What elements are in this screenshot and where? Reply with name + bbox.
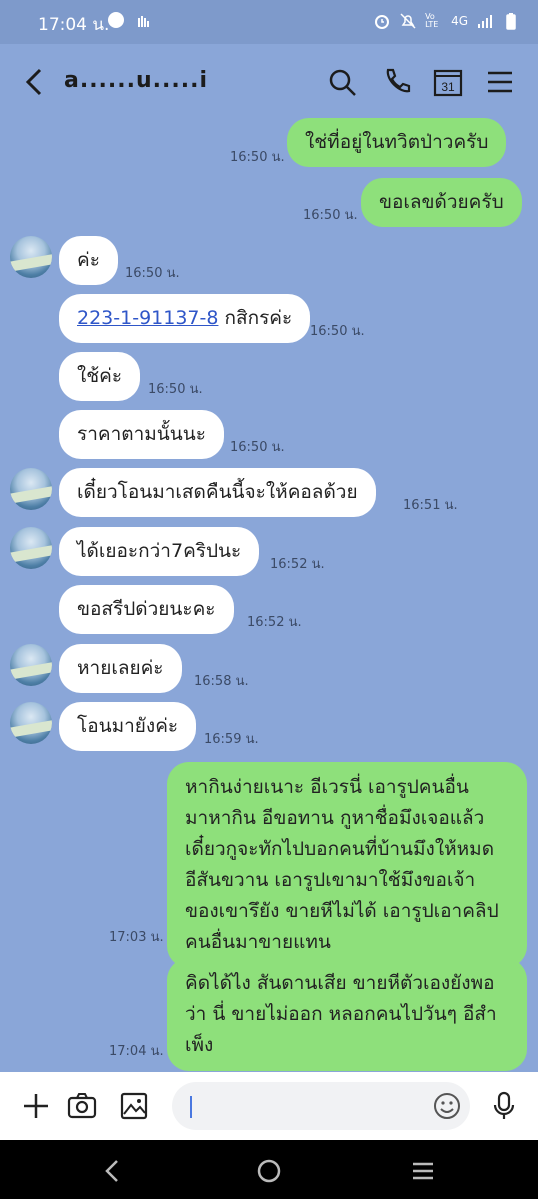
message-text: ได้เยอะกว่า7คริปนะ — [77, 540, 242, 562]
back-arrow-icon[interactable] — [22, 66, 50, 98]
text-caret — [190, 1096, 192, 1118]
incoming-message[interactable]: หายเลยค่ะ — [59, 644, 182, 693]
contact-avatar[interactable] — [10, 644, 52, 686]
microphone-icon[interactable] — [488, 1090, 520, 1122]
message-time: 16:59 น. — [204, 732, 259, 747]
chat-area[interactable]: ใช่ที่อยู่ในทวิตป่าวครับ 16:50 น. ขอเลขด… — [0, 110, 538, 1072]
message-text: เดี๋ยวโอนมาเสดคืนนี้จะให้คอลด้วย — [77, 481, 358, 503]
message-text: ค่ะ — [77, 249, 100, 271]
contact-avatar[interactable] — [10, 702, 52, 744]
gesture-icon — [138, 16, 149, 27]
incoming-message[interactable]: เดี๋ยวโอนมาเสดคืนนี้จะให้คอลด้วย — [59, 468, 376, 517]
outgoing-message[interactable]: คิดได้ไง สันดานเสีย ขายหีตัวเองยังพอ ว่า… — [167, 958, 527, 1071]
nav-back-icon[interactable] — [100, 1158, 126, 1184]
message-line: เดี๋ยวกูจะทักไปบอกคนที่บ้านมึงให้หมด — [185, 838, 495, 860]
outgoing-message[interactable]: หากินง่ายเนาะ อีเวรนี่ เอารูปคนอื่น มาหา… — [167, 762, 527, 968]
incoming-message[interactable]: ค่ะ — [59, 236, 118, 285]
search-icon[interactable] — [326, 66, 358, 98]
message-time: 16:52 น. — [247, 615, 302, 630]
outgoing-message[interactable]: ใช่ที่อยู่ในทวิตป่าวครับ — [287, 118, 507, 167]
message-text: กสิกรค่ะ — [218, 307, 293, 329]
message-time: 16:50 น. — [148, 382, 203, 397]
message-line: คิดได้ไง สันดานเสีย ขายหีตัวเองยังพอ — [185, 972, 495, 994]
plus-icon[interactable] — [20, 1090, 52, 1122]
status-time: 17:04 น. — [38, 15, 110, 35]
incoming-message[interactable]: ราคาตามนั้นนะ — [59, 410, 224, 459]
camera-icon[interactable] — [66, 1090, 98, 1122]
incoming-message[interactable]: ได้เยอะกว่า7คริปนะ — [59, 527, 260, 576]
emoji-icon[interactable] — [431, 1090, 463, 1122]
status-bar: 17:04 น. Vo LTE 4G — [0, 0, 538, 44]
signal-icon — [478, 15, 492, 28]
system-navigation-bar — [0, 1140, 538, 1199]
volte-indicator: Vo LTE — [425, 12, 439, 29]
outgoing-message[interactable]: ขอเลขด้วยครับ — [361, 178, 522, 227]
contact-avatar[interactable] — [10, 527, 52, 569]
message-text: หายเลยค่ะ — [77, 657, 164, 679]
message-line: คนอื่นมาขายแทน — [185, 931, 331, 953]
message-time: 16:50 น. — [303, 208, 358, 223]
account-number-link[interactable]: 223-1-91137-8 — [77, 307, 218, 329]
nav-recents-icon[interactable] — [410, 1158, 436, 1184]
message-time: 16:50 น. — [310, 324, 365, 339]
mute-icon — [400, 13, 416, 29]
alarm-icon — [375, 15, 390, 29]
message-text: ขอสรีปด่วยนะคะ — [77, 598, 216, 620]
message-text: โอนมายังค่ะ — [77, 715, 179, 737]
message-time: 16:52 น. — [270, 557, 325, 572]
message-line: อีสันขวาน เอารูปเขามาใช้มึงขอเจ้า — [185, 869, 476, 891]
message-text: ราคาตามนั้นนะ — [77, 423, 206, 445]
contact-avatar[interactable] — [10, 236, 52, 278]
image-icon[interactable] — [118, 1090, 150, 1122]
message-time: 17:03 น. — [109, 930, 164, 945]
incoming-message[interactable]: ขอสรีปด่วยนะคะ — [59, 585, 234, 634]
message-text: ใช้ค่ะ — [77, 365, 123, 387]
message-line: หากินง่ายเนาะ อีเวรนี่ เอารูปคนอื่น — [185, 776, 469, 798]
phone-icon[interactable] — [380, 66, 412, 98]
incoming-message[interactable]: ใช้ค่ะ — [59, 352, 141, 401]
contact-avatar[interactable] — [10, 468, 52, 510]
message-time: 16:50 น. — [125, 266, 180, 281]
chat-title[interactable]: a......u.....i — [64, 68, 208, 93]
message-time: 16:51 น. — [403, 498, 458, 513]
message-line: เพ็ง — [185, 1034, 214, 1056]
message-time: 16:50 น. — [230, 440, 285, 455]
battery-icon — [506, 13, 516, 30]
chat-notification-icon — [108, 12, 124, 28]
message-line: มาหากิน อีขอทาน กูหาชื่อมึงเจอแล้ว — [185, 807, 485, 829]
message-line: ของเขารึยัง ขายหีไม่ได้ เอารูปเอาคลิป — [185, 900, 499, 922]
nav-home-icon[interactable] — [256, 1158, 282, 1184]
network-indicator: 4G — [451, 14, 468, 28]
message-input-bar — [0, 1072, 538, 1140]
incoming-message[interactable]: โอนมายังค่ะ — [59, 702, 197, 751]
calendar-day: 31 — [441, 80, 455, 94]
message-time: 16:58 น. — [194, 674, 249, 689]
message-text: ขอเลขด้วยครับ — [379, 191, 504, 213]
menu-icon[interactable] — [484, 66, 516, 98]
incoming-message[interactable]: 223-1-91137-8 กสิกรค่ะ — [59, 294, 311, 343]
calendar-icon[interactable]: 31 — [432, 66, 464, 98]
message-time: 16:50 น. — [230, 150, 285, 165]
message-input[interactable] — [172, 1082, 470, 1130]
chat-header: a......u.....i 31 — [0, 44, 538, 120]
message-line: ว่า นี่ ขายไม่ออก หลอกคนไปวันๆ อีสำ — [185, 1003, 497, 1025]
message-text: ใช่ที่อยู่ในทวิตป่าวครับ — [305, 131, 489, 153]
message-time: 17:04 น. — [109, 1044, 164, 1059]
